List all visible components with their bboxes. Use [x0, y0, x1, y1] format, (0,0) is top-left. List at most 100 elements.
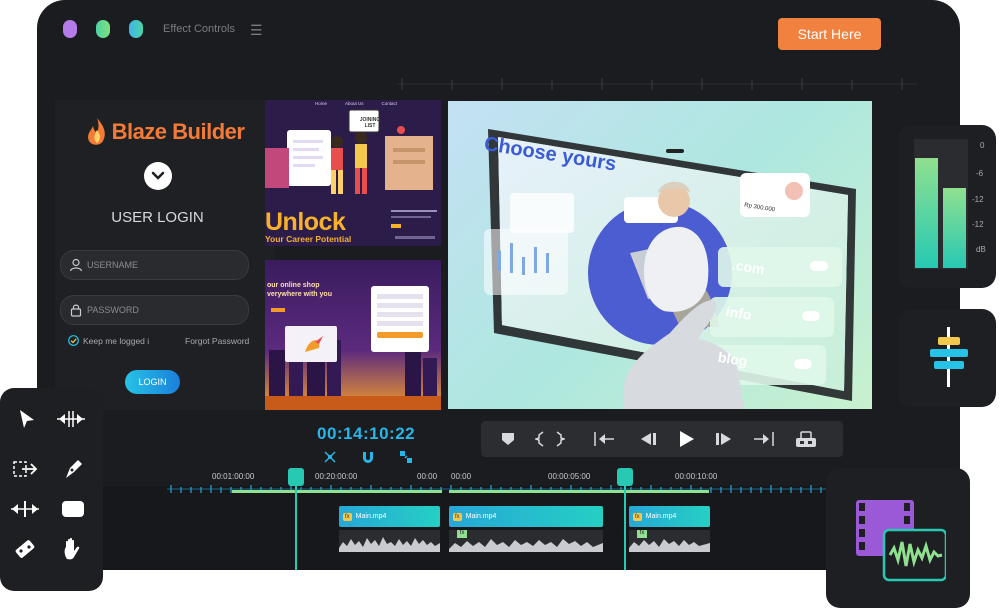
timecode-display: 00:14:10:22 — [317, 424, 416, 443]
shop-headline-2: verywhere with you — [267, 291, 332, 298]
thumbnail-career[interactable]: Home About Us Contact JOINING LIST Unlock … — [265, 100, 441, 246]
audio-waveform — [339, 537, 440, 552]
video-clip[interactable]: fx Main.mp4 — [449, 506, 603, 527]
go-start-icon[interactable] — [593, 431, 615, 447]
align-card[interactable] — [898, 309, 996, 407]
forgot-password-link[interactable]: Forgot Password — [185, 336, 249, 346]
play-icon[interactable] — [677, 430, 695, 448]
password-field[interactable]: PASSWORD — [60, 295, 249, 325]
playhead-line — [624, 486, 626, 570]
transport-controls — [481, 421, 843, 457]
magnet-icon[interactable] — [361, 450, 375, 464]
video-preview[interactable]: Choose yours Rp 300.000 .com info blog — [448, 101, 872, 409]
rectangle-icon[interactable] — [58, 494, 88, 524]
razor-icon[interactable] — [10, 534, 40, 564]
ruler-label: 00:00:05:00 — [548, 472, 591, 481]
audio-waveform — [449, 539, 603, 552]
thumb1-nav: Home About Us Contact — [315, 101, 398, 106]
slip-icon[interactable] — [10, 494, 40, 524]
ruler-label: 00:00 — [451, 472, 472, 481]
thumb1-button — [391, 224, 401, 228]
start-here-button[interactable]: Start Here — [778, 18, 881, 50]
link-icon[interactable] — [399, 450, 413, 464]
remember-me-row[interactable]: Keep me logged i — [68, 335, 149, 346]
check-circle-icon[interactable] — [68, 335, 79, 346]
audio-clip[interactable]: fx — [449, 530, 603, 552]
fx-badge: fx — [633, 512, 642, 521]
step-forward-icon[interactable] — [713, 431, 733, 447]
meter-label: 0 — [980, 141, 985, 150]
panel-title: Effect Controls — [163, 23, 235, 35]
fx-badge: fx — [343, 512, 352, 521]
brackets-icon[interactable] — [535, 431, 565, 447]
app-window: Effect Controls ☰ Start Here Blaze Build… — [37, 0, 960, 570]
export-frame-icon[interactable] — [795, 430, 817, 448]
thumb1-headline: Unlock — [265, 208, 346, 236]
brand-logo: Blaze Builder — [65, 114, 265, 150]
chevron-down-icon[interactable] — [144, 162, 172, 190]
bird-icon — [305, 336, 323, 352]
brand-name: Blaze Builder — [111, 119, 245, 144]
video-clip[interactable]: fx Main.mp4 — [629, 506, 710, 527]
shop-laptop — [285, 326, 337, 362]
thumb1-text-line — [391, 216, 431, 218]
window-dot-blue[interactable] — [129, 20, 143, 38]
window-dot-purple[interactable] — [63, 20, 77, 38]
ruler-label: 00:20:00:00 — [315, 472, 358, 481]
meter-label: -6 — [976, 169, 984, 178]
step-back-icon[interactable] — [639, 431, 659, 447]
signup-form — [371, 286, 429, 352]
audio-clip[interactable]: fx — [629, 530, 710, 552]
clip-label: Main.mp4 — [355, 513, 387, 520]
shop-button — [271, 308, 285, 312]
flame-icon — [87, 118, 105, 145]
ruler-label: 00:00 — [417, 472, 438, 481]
go-end-icon[interactable] — [753, 431, 775, 447]
track-select-icon[interactable] — [10, 454, 40, 484]
playhead-handle[interactable] — [288, 468, 304, 486]
media-library-icon[interactable] — [856, 500, 946, 582]
ripple-edit-icon[interactable] — [56, 404, 86, 434]
meter-label: dB — [976, 245, 986, 254]
media-card[interactable] — [826, 468, 970, 608]
playhead-handle[interactable] — [617, 468, 633, 486]
username-placeholder: USERNAME — [87, 260, 139, 270]
align-center-icon[interactable] — [924, 325, 972, 389]
snap-icon[interactable] — [323, 450, 337, 464]
fx-badge: fx — [637, 530, 647, 538]
meter-bar-left — [915, 158, 938, 268]
meter-label: -12 — [972, 220, 984, 229]
work-area-bar[interactable] — [449, 490, 709, 493]
thumb1-text-line — [391, 210, 437, 212]
ruler-label: 00:00:10:00 — [675, 472, 718, 481]
menu-icon[interactable]: ☰ — [250, 22, 263, 39]
meter-label: -12 — [972, 195, 984, 204]
meter-bar-right — [943, 188, 966, 268]
thumb1-text-line — [395, 236, 435, 239]
hand-icon[interactable] — [58, 534, 88, 564]
clip-label: Main.mp4 — [465, 513, 497, 520]
video-clip[interactable]: fx Main.mp4 — [339, 506, 440, 527]
timeline-tracks[interactable] — [37, 486, 960, 570]
window-dot-green[interactable] — [96, 20, 110, 38]
pen-icon[interactable] — [58, 454, 88, 484]
remember-label: Keep me logged i — [83, 335, 150, 346]
fx-badge: fx — [453, 512, 462, 521]
audio-clip[interactable] — [339, 530, 440, 552]
username-field[interactable]: USERNAME — [60, 250, 249, 280]
marker-icon[interactable] — [501, 432, 515, 446]
thumb1-subhead: Your Career Potential — [265, 234, 352, 244]
joining-list-sign: JOINING LIST — [359, 117, 381, 129]
login-button[interactable]: LOGIN — [125, 370, 180, 394]
select-icon[interactable] — [12, 404, 42, 434]
shop-headline-1: our online shop — [267, 282, 320, 289]
user-icon — [69, 258, 83, 272]
fx-badge: fx — [457, 530, 467, 538]
work-area-bar[interactable] — [232, 490, 442, 493]
ruler-label: 00:01:00:00 — [212, 472, 255, 481]
lock-icon — [70, 304, 82, 317]
career-illustration — [265, 109, 433, 194]
playhead-line — [295, 486, 297, 570]
top-ruler — [397, 78, 917, 90]
thumbnail-shop[interactable]: our online shop verywhere with you — [265, 260, 441, 410]
